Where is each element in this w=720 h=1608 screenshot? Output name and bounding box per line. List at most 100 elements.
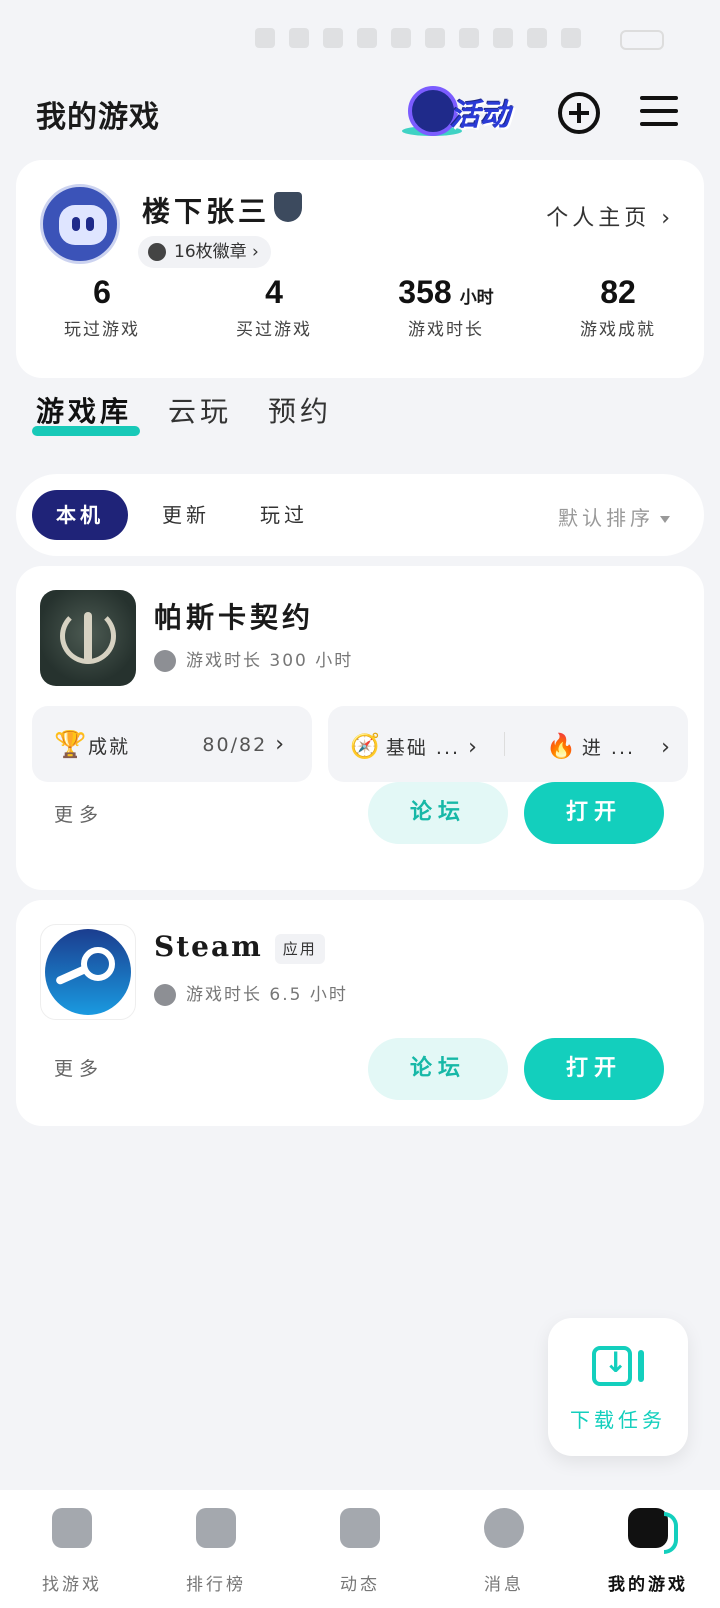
nav-label: 动态 xyxy=(340,1575,380,1595)
message-icon xyxy=(484,1508,524,1548)
hd-icon xyxy=(323,28,343,48)
stat-unit: 小时 xyxy=(459,288,494,308)
playtime-text: 游戏时长 6.5 小时 xyxy=(186,985,348,1005)
sort-dropdown[interactable]: 默认排序 xyxy=(558,502,670,531)
playtime: 游戏时长 300 小时 xyxy=(154,646,353,672)
find-game-icon xyxy=(52,1508,92,1548)
trophy-icon: 🏆 xyxy=(54,730,89,760)
nfc-icon xyxy=(255,28,275,48)
stats-row: 6 玩过游戏 4 买过游戏 358 小时 游戏时长 82 游戏成就 xyxy=(16,274,704,340)
achievements-count: 80/82 › xyxy=(202,732,286,757)
achievements-label: 成就 xyxy=(88,736,131,758)
more-button[interactable]: 更多 xyxy=(54,1054,104,1081)
add-circle-icon[interactable] xyxy=(558,92,600,134)
tab-reservations[interactable]: 预约 xyxy=(268,390,332,450)
shield-badge-icon xyxy=(274,192,302,222)
menu-icon[interactable] xyxy=(640,94,678,128)
nav-label: 找游戏 xyxy=(42,1575,102,1595)
forum-button[interactable]: 论坛 xyxy=(368,782,508,844)
library-tabs: 游戏库 云玩 预约 xyxy=(31,390,332,450)
nav-item-my-games[interactable]: 我的游戏 xyxy=(576,1490,720,1608)
download-icon xyxy=(592,1346,632,1386)
chevron-right-icon: › xyxy=(468,735,479,760)
stopwatch-icon xyxy=(154,650,176,672)
chevron-right-icon: › xyxy=(661,735,672,760)
stat-value: 82 xyxy=(600,274,636,310)
guide-advanced-button[interactable]: 🔥 进 ... › xyxy=(546,732,672,760)
sort-label: 默认排序 xyxy=(558,506,654,530)
stat-played[interactable]: 6 玩过游戏 xyxy=(16,274,188,340)
mute-icon xyxy=(357,28,377,48)
guide-basic-button[interactable]: 🧭 基础 ... › xyxy=(350,732,479,760)
game-title: Steam xyxy=(154,930,263,963)
nav-label: 消息 xyxy=(484,1575,524,1595)
open-button[interactable]: 打开 xyxy=(524,1038,664,1100)
more-button[interactable]: 更多 xyxy=(54,800,104,827)
stat-achievements[interactable]: 82 游戏成就 xyxy=(532,274,704,340)
activity-button[interactable]: 活动 xyxy=(400,80,524,142)
hd-signal-icon xyxy=(459,28,479,48)
filter-chip-local[interactable]: 本机 xyxy=(32,490,128,540)
caret-down-icon xyxy=(660,516,670,523)
stat-value: 6 xyxy=(93,274,111,310)
nav-item-find-games[interactable]: 找游戏 xyxy=(0,1490,144,1608)
game-icon-pascal-contract[interactable] xyxy=(40,590,136,686)
download-bar xyxy=(638,1350,644,1382)
achievements-button[interactable]: 🏆 成就 80/82 › xyxy=(32,706,312,782)
badges-label: 16枚徽章 › xyxy=(174,242,259,262)
activity-label: 活动 xyxy=(450,98,510,133)
guides-box: 🧭 基础 ... › 🔥 进 ... › xyxy=(328,706,688,782)
vibrate-icon xyxy=(425,28,445,48)
moon-icon xyxy=(289,28,309,48)
game-icon-steam[interactable] xyxy=(40,924,136,1020)
stat-label: 游戏成就 xyxy=(580,320,656,340)
nav-item-messages[interactable]: 消息 xyxy=(432,1490,576,1608)
download-tasks-button[interactable]: 下载任务 xyxy=(548,1318,688,1456)
stat-label: 游戏时长 xyxy=(408,320,484,340)
signal-2-icon xyxy=(561,28,581,48)
download-label: 下载任务 xyxy=(570,1408,666,1432)
guide-advanced-label: 进 ... xyxy=(581,737,636,759)
bottom-nav: 找游戏 排行榜 动态 消息 我的游戏 xyxy=(0,1490,720,1608)
stopwatch-icon xyxy=(154,984,176,1006)
stat-value: 4 xyxy=(265,274,283,310)
compass-icon: 🧭 xyxy=(350,732,382,760)
open-button[interactable]: 打开 xyxy=(524,782,664,844)
game-title-row: Steam 应用 xyxy=(154,930,325,964)
tab-game-library[interactable]: 游戏库 xyxy=(31,390,141,450)
playtime-text: 游戏时长 300 小时 xyxy=(186,651,354,671)
avatar[interactable] xyxy=(40,184,120,264)
filter-bar: 本机 更新 玩过 默认排序 xyxy=(16,474,704,556)
game-title: 帕斯卡契约 xyxy=(154,601,315,634)
stat-playtime[interactable]: 358 小时 游戏时长 xyxy=(360,274,532,340)
nav-label: 排行榜 xyxy=(186,1575,246,1595)
leaderboard-icon xyxy=(196,1508,236,1548)
app-tag: 应用 xyxy=(274,933,325,964)
feed-icon xyxy=(340,1508,380,1548)
game-card[interactable]: 帕斯卡契约 游戏时长 300 小时 🏆 成就 80/82 › 🧭 基础 ... › 🔥… xyxy=(16,566,704,890)
stat-label: 玩过游戏 xyxy=(64,320,140,340)
stat-bought[interactable]: 4 买过游戏 xyxy=(188,274,360,340)
nav-item-leaderboard[interactable]: 排行榜 xyxy=(144,1490,288,1608)
wifi-icon xyxy=(493,28,513,48)
page-title: 我的游戏 xyxy=(36,100,160,135)
nav-item-feed[interactable]: 动态 xyxy=(288,1490,432,1608)
divider xyxy=(504,732,505,756)
stat-label: 买过游戏 xyxy=(236,320,312,340)
tab-cloud-play[interactable]: 云玩 xyxy=(168,390,232,450)
signal-icon xyxy=(527,28,547,48)
badges-button[interactable]: 16枚徽章 › xyxy=(138,236,271,268)
chevron-right-icon: › xyxy=(275,732,286,757)
filter-chip-updates[interactable]: 更新 xyxy=(138,490,234,540)
forum-button[interactable]: 论坛 xyxy=(368,1038,508,1100)
profile-card: 楼下张三 16枚徽章 › 个人主页 › 6 玩过游戏 4 买过游戏 358 小时 … xyxy=(16,160,704,378)
homepage-link[interactable]: 个人主页 › xyxy=(546,200,674,232)
status-icons xyxy=(255,28,581,48)
playtime: 游戏时长 6.5 小时 xyxy=(154,980,348,1006)
battery-icon xyxy=(620,30,664,50)
top-bar: 我的游戏 活动 xyxy=(0,78,720,148)
game-card[interactable]: Steam 应用 游戏时长 6.5 小时 更多 论坛 打开 xyxy=(16,900,704,1126)
filter-chip-played[interactable]: 玩过 xyxy=(236,490,332,540)
my-games-icon xyxy=(628,1508,678,1554)
status-bar xyxy=(0,0,720,70)
